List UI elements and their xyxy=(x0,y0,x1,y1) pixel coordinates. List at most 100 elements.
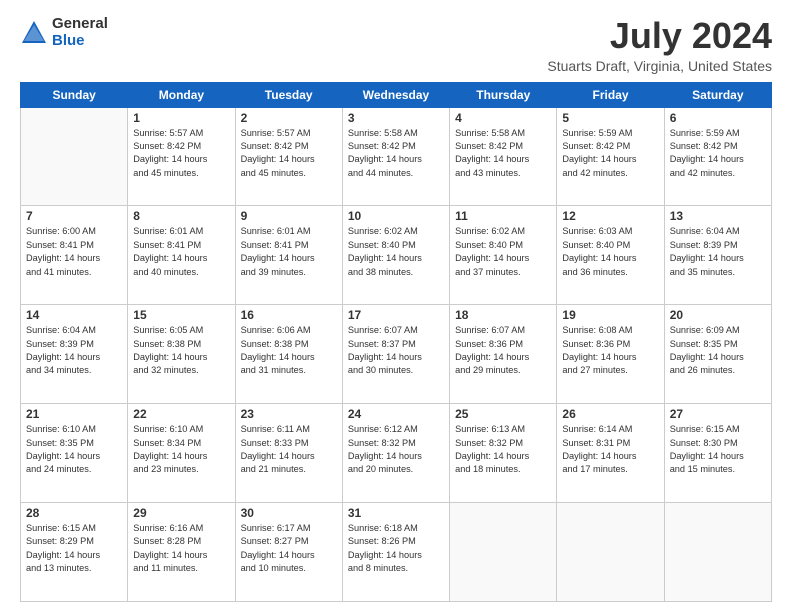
table-row: 18 Sunrise: 6:07 AMSunset: 8:36 PMDayligh… xyxy=(450,305,557,404)
calendar-week-3: 21 Sunrise: 6:10 AMSunset: 8:35 PMDayligh… xyxy=(21,404,772,503)
day-info: Sunrise: 6:06 AMSunset: 8:38 PMDaylight:… xyxy=(241,324,337,377)
logo-general: General xyxy=(52,16,108,33)
table-row: 31 Sunrise: 6:18 AMSunset: 8:26 PMDayligh… xyxy=(342,503,449,602)
day-number: 23 xyxy=(241,407,337,421)
day-number: 18 xyxy=(455,308,551,322)
table-row: 30 Sunrise: 6:17 AMSunset: 8:27 PMDayligh… xyxy=(235,503,342,602)
table-row: 17 Sunrise: 6:07 AMSunset: 8:37 PMDayligh… xyxy=(342,305,449,404)
table-row: 2Sunrise: 5:57 AMSunset: 8:42 PMDaylight… xyxy=(235,107,342,206)
table-row: 28 Sunrise: 6:15 AMSunset: 8:29 PMDayligh… xyxy=(21,503,128,602)
logo-blue: Blue xyxy=(52,33,108,50)
day-info: Sunrise: 6:07 AMSunset: 8:36 PMDaylight:… xyxy=(455,324,551,377)
day-info: Sunrise: 6:13 AMSunset: 8:32 PMDaylight:… xyxy=(455,423,551,476)
day-number: 1 xyxy=(133,111,229,125)
day-info: Sunrise: 6:10 AMSunset: 8:34 PMDaylight:… xyxy=(133,423,229,476)
day-number: 30 xyxy=(241,506,337,520)
table-row: 16Sunrise: 6:06 AMSunset: 8:38 PMDayligh… xyxy=(235,305,342,404)
day-info: Sunrise: 6:12 AMSunset: 8:32 PMDaylight:… xyxy=(348,423,444,476)
table-row: 5 Sunrise: 5:59 AMSunset: 8:42 PMDaylight… xyxy=(557,107,664,206)
day-info: Sunrise: 6:08 AMSunset: 8:36 PMDaylight:… xyxy=(562,324,658,377)
table-row: 10Sunrise: 6:02 AMSunset: 8:40 PMDayligh… xyxy=(342,206,449,305)
day-number: 28 xyxy=(26,506,122,520)
day-info: Sunrise: 6:17 AMSunset: 8:27 PMDaylight:… xyxy=(241,522,337,575)
table-row: 11 Sunrise: 6:02 AMSunset: 8:40 PMDayligh… xyxy=(450,206,557,305)
page: General Blue July 2024 Stuarts Draft, Vi… xyxy=(0,0,792,612)
day-info: Sunrise: 6:15 AMSunset: 8:30 PMDaylight:… xyxy=(670,423,766,476)
day-info: Sunrise: 5:57 AMSunset: 8:42 PMDaylight:… xyxy=(133,127,229,180)
table-row xyxy=(664,503,771,602)
day-number: 6 xyxy=(670,111,766,125)
day-number: 8 xyxy=(133,209,229,223)
calendar-table: Sunday Monday Tuesday Wednesday Thursday… xyxy=(20,82,772,602)
table-row xyxy=(557,503,664,602)
day-number: 5 xyxy=(562,111,658,125)
day-info: Sunrise: 5:58 AMSunset: 8:42 PMDaylight:… xyxy=(348,127,444,180)
day-info: Sunrise: 6:16 AMSunset: 8:28 PMDaylight:… xyxy=(133,522,229,575)
table-row: 24Sunrise: 6:12 AMSunset: 8:32 PMDayligh… xyxy=(342,404,449,503)
day-info: Sunrise: 6:11 AMSunset: 8:33 PMDaylight:… xyxy=(241,423,337,476)
table-row: 9Sunrise: 6:01 AMSunset: 8:41 PMDaylight… xyxy=(235,206,342,305)
day-info: Sunrise: 6:15 AMSunset: 8:29 PMDaylight:… xyxy=(26,522,122,575)
day-number: 21 xyxy=(26,407,122,421)
day-info: Sunrise: 6:03 AMSunset: 8:40 PMDaylight:… xyxy=(562,225,658,278)
day-info: Sunrise: 5:59 AMSunset: 8:42 PMDaylight:… xyxy=(670,127,766,180)
day-info: Sunrise: 6:07 AMSunset: 8:37 PMDaylight:… xyxy=(348,324,444,377)
day-info: Sunrise: 6:01 AMSunset: 8:41 PMDaylight:… xyxy=(241,225,337,278)
col-friday: Friday xyxy=(557,82,664,107)
table-row: 21 Sunrise: 6:10 AMSunset: 8:35 PMDayligh… xyxy=(21,404,128,503)
calendar-week-0: 1 Sunrise: 5:57 AMSunset: 8:42 PMDaylight… xyxy=(21,107,772,206)
day-number: 31 xyxy=(348,506,444,520)
day-number: 26 xyxy=(562,407,658,421)
table-row: 23 Sunrise: 6:11 AMSunset: 8:33 PMDayligh… xyxy=(235,404,342,503)
day-info: Sunrise: 6:10 AMSunset: 8:35 PMDaylight:… xyxy=(26,423,122,476)
day-number: 17 xyxy=(348,308,444,322)
day-number: 25 xyxy=(455,407,551,421)
day-info: Sunrise: 6:14 AMSunset: 8:31 PMDaylight:… xyxy=(562,423,658,476)
calendar-header-row: Sunday Monday Tuesday Wednesday Thursday… xyxy=(21,82,772,107)
table-row: 14 Sunrise: 6:04 AMSunset: 8:39 PMDayligh… xyxy=(21,305,128,404)
table-row: 1 Sunrise: 5:57 AMSunset: 8:42 PMDaylight… xyxy=(128,107,235,206)
header: General Blue July 2024 Stuarts Draft, Vi… xyxy=(20,16,772,74)
table-row: 25 Sunrise: 6:13 AMSunset: 8:32 PMDayligh… xyxy=(450,404,557,503)
day-number: 4 xyxy=(455,111,551,125)
day-info: Sunrise: 5:57 AMSunset: 8:42 PMDaylight:… xyxy=(241,127,337,180)
table-row: 22Sunrise: 6:10 AMSunset: 8:34 PMDayligh… xyxy=(128,404,235,503)
day-info: Sunrise: 6:04 AMSunset: 8:39 PMDaylight:… xyxy=(670,225,766,278)
day-number: 19 xyxy=(562,308,658,322)
day-number: 3 xyxy=(348,111,444,125)
table-row: 6 Sunrise: 5:59 AMSunset: 8:42 PMDaylight… xyxy=(664,107,771,206)
table-row: 20 Sunrise: 6:09 AMSunset: 8:35 PMDayligh… xyxy=(664,305,771,404)
day-info: Sunrise: 6:00 AMSunset: 8:41 PMDaylight:… xyxy=(26,225,122,278)
table-row: 29 Sunrise: 6:16 AMSunset: 8:28 PMDayligh… xyxy=(128,503,235,602)
day-number: 12 xyxy=(562,209,658,223)
table-row: 7 Sunrise: 6:00 AMSunset: 8:41 PMDaylight… xyxy=(21,206,128,305)
day-info: Sunrise: 6:05 AMSunset: 8:38 PMDaylight:… xyxy=(133,324,229,377)
calendar-week-1: 7 Sunrise: 6:00 AMSunset: 8:41 PMDaylight… xyxy=(21,206,772,305)
col-monday: Monday xyxy=(128,82,235,107)
table-row: 15 Sunrise: 6:05 AMSunset: 8:38 PMDayligh… xyxy=(128,305,235,404)
calendar-week-4: 28 Sunrise: 6:15 AMSunset: 8:29 PMDayligh… xyxy=(21,503,772,602)
logo-icon xyxy=(20,19,48,47)
day-number: 15 xyxy=(133,308,229,322)
day-number: 29 xyxy=(133,506,229,520)
col-tuesday: Tuesday xyxy=(235,82,342,107)
day-info: Sunrise: 6:04 AMSunset: 8:39 PMDaylight:… xyxy=(26,324,122,377)
day-number: 13 xyxy=(670,209,766,223)
day-info: Sunrise: 6:02 AMSunset: 8:40 PMDaylight:… xyxy=(455,225,551,278)
day-info: Sunrise: 5:59 AMSunset: 8:42 PMDaylight:… xyxy=(562,127,658,180)
day-info: Sunrise: 6:09 AMSunset: 8:35 PMDaylight:… xyxy=(670,324,766,377)
table-row: 26 Sunrise: 6:14 AMSunset: 8:31 PMDayligh… xyxy=(557,404,664,503)
table-row: 27Sunrise: 6:15 AMSunset: 8:30 PMDayligh… xyxy=(664,404,771,503)
calendar-week-2: 14 Sunrise: 6:04 AMSunset: 8:39 PMDayligh… xyxy=(21,305,772,404)
day-number: 20 xyxy=(670,308,766,322)
table-row: 4 Sunrise: 5:58 AMSunset: 8:42 PMDaylight… xyxy=(450,107,557,206)
logo: General Blue xyxy=(20,16,108,49)
day-number: 14 xyxy=(26,308,122,322)
day-info: Sunrise: 6:18 AMSunset: 8:26 PMDaylight:… xyxy=(348,522,444,575)
month-title: July 2024 xyxy=(547,16,772,56)
day-number: 7 xyxy=(26,209,122,223)
table-row xyxy=(450,503,557,602)
day-number: 11 xyxy=(455,209,551,223)
day-info: Sunrise: 5:58 AMSunset: 8:42 PMDaylight:… xyxy=(455,127,551,180)
col-thursday: Thursday xyxy=(450,82,557,107)
